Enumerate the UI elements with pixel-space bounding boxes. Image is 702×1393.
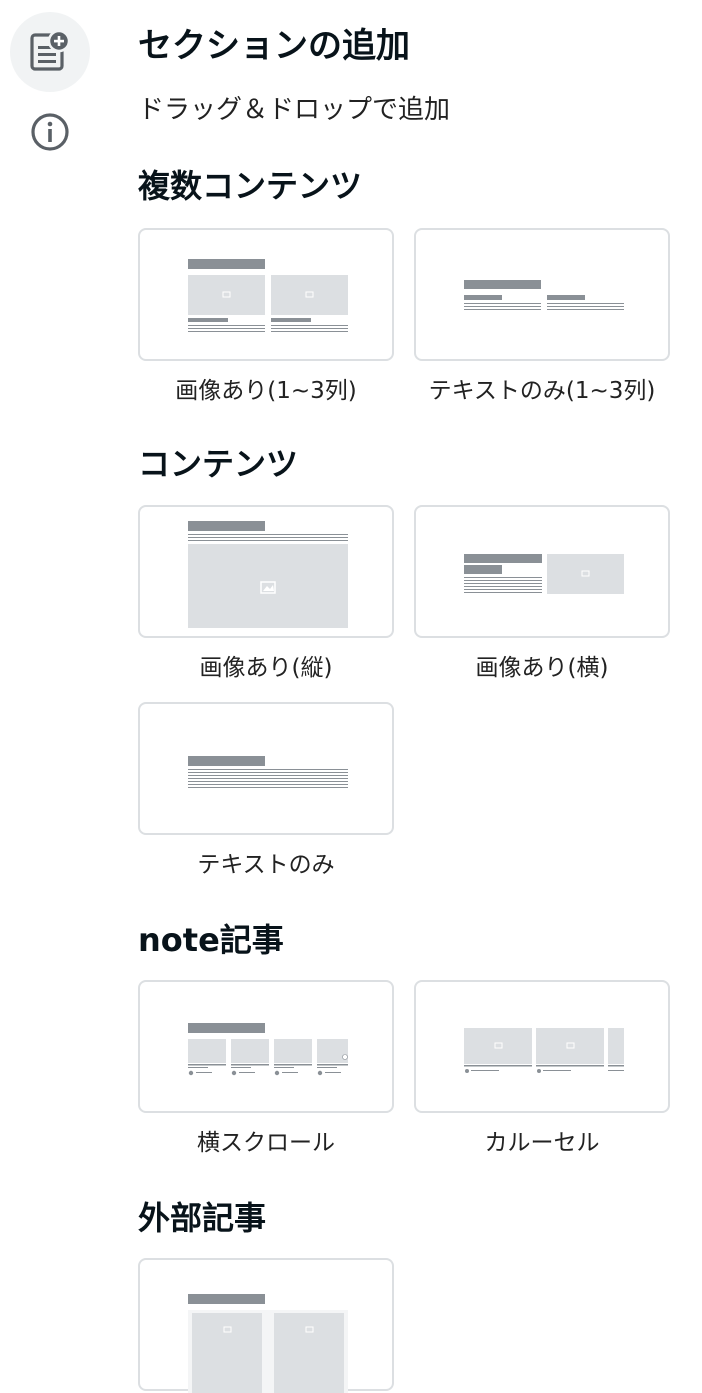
- section-heading-note-articles: note記事: [138, 921, 284, 959]
- section-card-horizontal-scroll[interactable]: [138, 980, 394, 1113]
- section-card-label: テキストのみ: [197, 852, 335, 878]
- section-card-carousel[interactable]: [414, 980, 670, 1113]
- thumbnail-horizontal-scroll: [188, 1023, 348, 1076]
- section-heading-external-articles: 外部記事: [138, 1199, 267, 1237]
- thumbnail-image-horizontal: [464, 554, 624, 594]
- thumbnail-image-vertical: [188, 521, 348, 628]
- thumbnail-external-articles: [188, 1294, 348, 1393]
- section-card-image-vertical[interactable]: [138, 505, 394, 638]
- section-card-label: テキストのみ(1~3列): [428, 378, 656, 404]
- thumbnail-carousel: [464, 1028, 624, 1073]
- panel-title: セクションの追加: [138, 26, 410, 66]
- add-section-rail-button[interactable]: [10, 12, 90, 92]
- section-card-text-only[interactable]: [138, 702, 394, 835]
- section-heading-multi-content: 複数コンテンツ: [138, 167, 363, 205]
- thumbnail-multi-with-image: [188, 259, 348, 332]
- section-card-label: 画像あり(横): [475, 655, 609, 681]
- section-card-external-articles[interactable]: [138, 1258, 394, 1393]
- section-card-label: 横スクロール: [197, 1130, 335, 1156]
- info-icon: [31, 113, 69, 151]
- panel-subtitle: ドラッグ＆ドロップで追加: [138, 95, 451, 125]
- note-add-icon: [30, 30, 71, 71]
- section-card-multi-text-only[interactable]: [414, 228, 670, 361]
- info-rail-button[interactable]: [10, 92, 90, 172]
- section-card-label: 画像あり(1~3列): [175, 378, 357, 404]
- section-card-image-horizontal[interactable]: [414, 505, 670, 638]
- section-card-label: 画像あり(縦): [199, 655, 333, 681]
- thumbnail-text-only: [188, 756, 348, 788]
- section-card-multi-with-image[interactable]: [138, 228, 394, 361]
- thumbnail-multi-text-only: [464, 280, 624, 310]
- section-heading-content: コンテンツ: [138, 445, 299, 483]
- section-card-label: カルーセル: [484, 1130, 600, 1156]
